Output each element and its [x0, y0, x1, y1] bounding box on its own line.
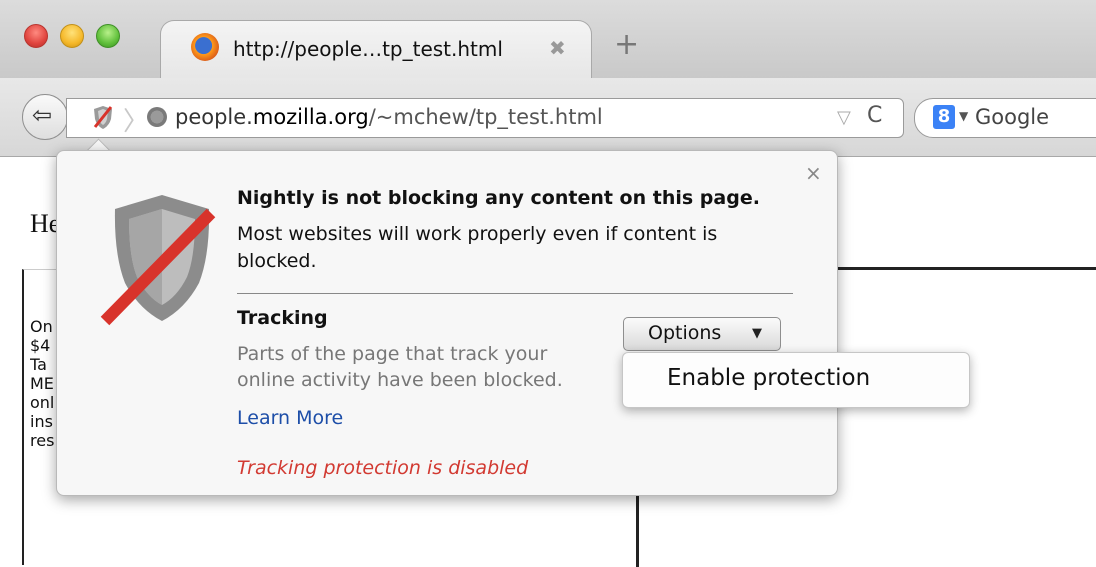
search-engine-icon[interactable]: 8	[933, 105, 955, 129]
url-prefix: people.	[175, 105, 253, 129]
back-arrow-icon: ⇦	[32, 101, 53, 129]
panel-title: Nightly is not blocking any content on t…	[237, 187, 760, 209]
close-icon[interactable]: ×	[805, 161, 822, 185]
options-button[interactable]: Options ▼	[623, 317, 781, 351]
learn-more-link[interactable]: Learn More	[237, 407, 343, 429]
tracking-heading: Tracking	[237, 307, 328, 329]
search-box[interactable]: 8 ▼ Google	[914, 98, 1096, 138]
url-bar[interactable]: 〉 people.mozilla.org/~mchew/tp_test.html…	[66, 98, 904, 138]
options-label: Options	[648, 322, 722, 344]
navigation-bar: ⇦ 〉 people.mozilla.org/~mchew/tp_test.ht…	[0, 78, 1096, 157]
panel-description: Most websites will work properly even if…	[237, 223, 718, 272]
reload-icon[interactable]: C	[867, 103, 882, 128]
url-text[interactable]: people.mozilla.org/~mchew/tp_test.html	[175, 105, 603, 129]
options-menu: Enable protection	[622, 352, 970, 408]
menu-item-enable-protection[interactable]: Enable protection	[667, 365, 870, 391]
browser-tab[interactable]: http://people…tp_test.html ✖	[160, 20, 592, 81]
tracking-description: Parts of the page that track your online…	[237, 343, 563, 391]
url-history-dropdown-icon[interactable]: ▽	[837, 107, 851, 128]
tracking-protection-panel: × Nightly is not blocking any content on…	[56, 150, 838, 496]
back-button[interactable]: ⇦	[22, 94, 68, 140]
window-zoom-button[interactable]	[96, 24, 120, 48]
title-bar: http://people…tp_test.html ✖ +	[0, 0, 1096, 81]
protection-status: Tracking protection is disabled	[237, 457, 529, 479]
window-close-button[interactable]	[24, 24, 48, 48]
search-placeholder: Google	[975, 105, 1050, 129]
url-path: /~mchew/tp_test.html	[368, 105, 603, 129]
new-tab-button[interactable]: +	[614, 30, 639, 60]
globe-icon	[147, 107, 167, 127]
chevron-down-icon: ▼	[752, 326, 762, 341]
panel-divider	[237, 293, 793, 294]
shield-disabled-icon	[100, 195, 216, 326]
identity-separator: 〉	[123, 107, 150, 137]
window-minimize-button[interactable]	[60, 24, 84, 48]
url-host: mozilla.org	[252, 105, 369, 129]
tab-close-icon[interactable]: ✖	[549, 36, 566, 60]
search-engine-caret-icon[interactable]: ▼	[959, 109, 968, 123]
shield-icon[interactable]	[91, 104, 115, 130]
firefox-icon	[191, 33, 219, 61]
tab-title: http://people…tp_test.html	[233, 37, 503, 61]
